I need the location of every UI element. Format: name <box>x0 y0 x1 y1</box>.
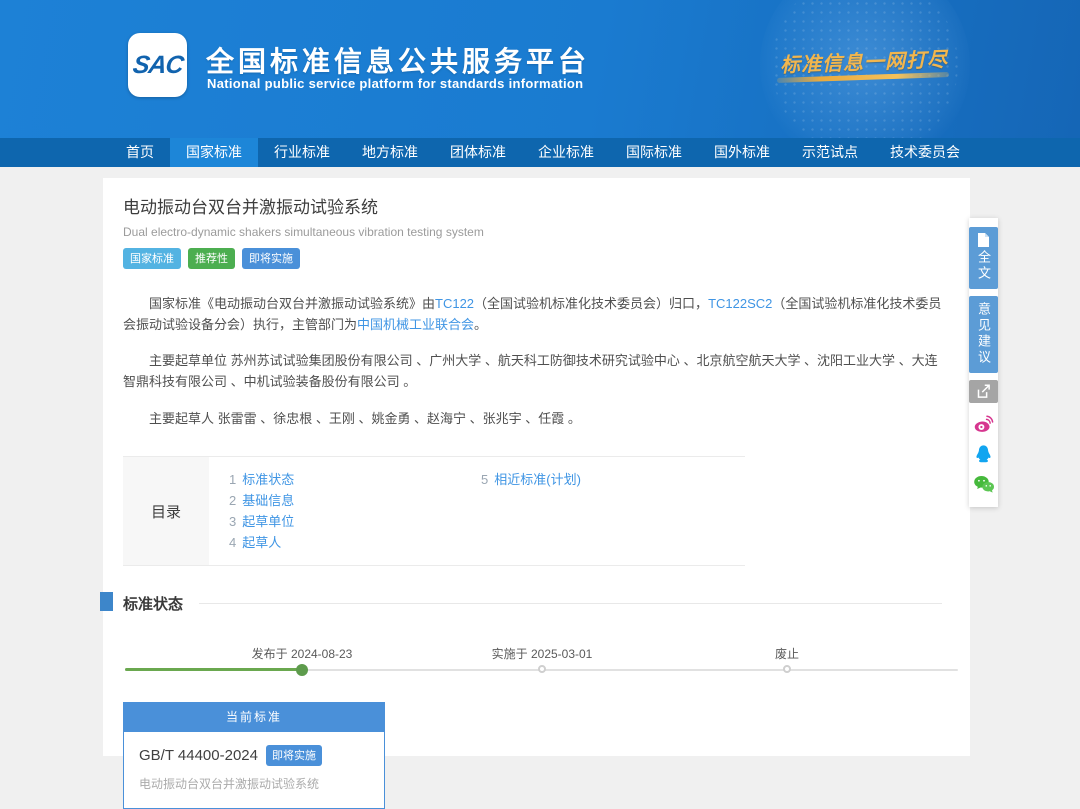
toc-item-drafters[interactable]: 4 起草人 <box>229 532 481 553</box>
drafting-units-paragraph: 主要起草单位 苏州苏试试验集团股份有限公司 、广州大学 、航天科工防御技术研究试… <box>123 350 950 392</box>
timeline-progress <box>125 668 302 671</box>
standard-name: 电动振动台双台并激振动试验系统 <box>139 775 369 792</box>
table-of-contents: 目录 1 标准状态 2 基础信息 3 起草单位 4 起草人 5 相近标准(计划) <box>123 456 745 566</box>
badge-upcoming: 即将实施 <box>242 248 300 269</box>
site-title: 全国标准信息公共服务平台 <box>206 40 590 80</box>
wechat-share-button[interactable] <box>972 472 996 496</box>
toc-num: 1 <box>229 472 236 487</box>
timeline-label-implemented: 实施于 2025-03-01 <box>492 645 593 662</box>
site-subtitle: National public service platform for sta… <box>207 76 583 91</box>
status-section-header: 标准状态 <box>123 593 950 614</box>
intro-text: 。 <box>474 317 487 332</box>
status-section-title: 标准状态 <box>123 593 183 614</box>
nav-item-pilot-demo[interactable]: 示范试点 <box>786 138 874 167</box>
site-header: SAC 全国标准信息公共服务平台 National public service… <box>0 0 1080 138</box>
link-tc122sc2[interactable]: TC122SC2 <box>708 296 772 311</box>
status-timeline: 发布于 2024-08-23 实施于 2025-03-01 废止 <box>123 636 950 688</box>
toc-links: 1 标准状态 2 基础信息 3 起草单位 4 起草人 5 相近标准(计划) <box>209 457 745 565</box>
current-standard-card-body: GB/T 44400-2024 即将实施 电动振动台双台并激振动试验系统 <box>124 732 384 808</box>
section-marker <box>100 592 113 611</box>
toc-num: 2 <box>229 493 236 508</box>
qq-icon <box>973 444 994 465</box>
nav-item-industry-standards[interactable]: 行业标准 <box>258 138 346 167</box>
toc-item-standard-status[interactable]: 1 标准状态 <box>229 469 481 490</box>
weibo-icon <box>973 414 994 435</box>
toc-heading: 目录 <box>123 457 209 565</box>
toc-num: 4 <box>229 535 236 550</box>
badge-recommended: 推荐性 <box>188 248 235 269</box>
drafters-paragraph: 主要起草人 张雷雷 、徐忠根 、王刚 、姚金勇 、赵海宁 、张兆宇 、任霞 。 <box>123 408 950 429</box>
intro-text: （全国试验机标准化技术委员会）归口， <box>474 296 708 311</box>
link-cmif[interactable]: 中国机械工业联合会 <box>357 317 474 332</box>
feedback-button[interactable]: 意见建议 <box>969 296 998 373</box>
toc-item-similar-standards[interactable]: 5 相近标准(计划) <box>481 469 581 490</box>
wechat-icon <box>973 474 995 494</box>
timeline-dot-published <box>296 664 308 676</box>
floating-sidebar: 全文 意见建议 <box>969 218 998 507</box>
standard-title-en: Dual electro-dynamic shakers simultaneou… <box>123 225 950 239</box>
document-icon <box>977 233 990 247</box>
toc-label: 标准状态 <box>242 472 294 487</box>
toc-num: 3 <box>229 514 236 529</box>
intro-text: 国家标准《电动振动台双台并激振动试验系统》由 <box>149 296 435 311</box>
nav-item-foreign-standards[interactable]: 国外标准 <box>698 138 786 167</box>
share-icon <box>976 384 991 399</box>
badge-national-standard: 国家标准 <box>123 248 181 269</box>
toc-num: 5 <box>481 472 488 487</box>
nav-item-local-standards[interactable]: 地方标准 <box>346 138 434 167</box>
standard-title-cn: 电动振动台双台并激振动试验系统 <box>123 193 950 218</box>
nav-item-technical-committee[interactable]: 技术委员会 <box>874 138 976 167</box>
timeline-label-published: 发布于 2024-08-23 <box>252 645 353 662</box>
toc-item-basic-info[interactable]: 2 基础信息 <box>229 490 481 511</box>
sac-logo-text: SAC <box>131 51 185 80</box>
nav-item-national-standards[interactable]: 国家标准 <box>170 138 258 167</box>
current-standard-card-header: 当前标准 <box>124 703 384 732</box>
timeline-dot-implemented <box>538 665 546 673</box>
nav-item-enterprise-standards[interactable]: 企业标准 <box>522 138 610 167</box>
qq-share-button[interactable] <box>972 442 996 466</box>
fulltext-label: 全文 <box>974 250 993 282</box>
fulltext-button[interactable]: 全文 <box>969 227 998 289</box>
nav-item-group-standards[interactable]: 团体标准 <box>434 138 522 167</box>
toc-label: 相近标准(计划) <box>494 472 581 487</box>
timeline-dot-abolished <box>783 665 791 673</box>
toc-item-drafting-units[interactable]: 3 起草单位 <box>229 511 481 532</box>
toc-label: 起草人 <box>242 535 281 550</box>
link-tc122[interactable]: TC122 <box>435 296 474 311</box>
sac-logo[interactable]: SAC <box>128 33 187 97</box>
intro-paragraph: 国家标准《电动振动台双台并激振动试验系统》由TC122（全国试验机标准化技术委员… <box>123 293 950 335</box>
standard-detail-panel: 电动振动台双台并激振动试验系统 Dual electro-dynamic sha… <box>103 178 970 756</box>
nav-item-international-standards[interactable]: 国际标准 <box>610 138 698 167</box>
section-divider <box>199 603 942 604</box>
badge-row: 国家标准 推荐性 即将实施 <box>123 248 950 269</box>
toc-label: 起草单位 <box>242 514 294 529</box>
weibo-share-button[interactable] <box>972 412 996 436</box>
share-button[interactable] <box>969 380 998 403</box>
timeline-label-abolished: 废止 <box>775 645 799 662</box>
toc-label: 基础信息 <box>242 493 294 508</box>
nav-item-home[interactable]: 首页 <box>110 138 170 167</box>
main-nav: 首页 国家标准 行业标准 地方标准 团体标准 企业标准 国际标准 国外标准 示范… <box>0 138 1080 167</box>
feedback-label: 意见建议 <box>974 302 993 366</box>
